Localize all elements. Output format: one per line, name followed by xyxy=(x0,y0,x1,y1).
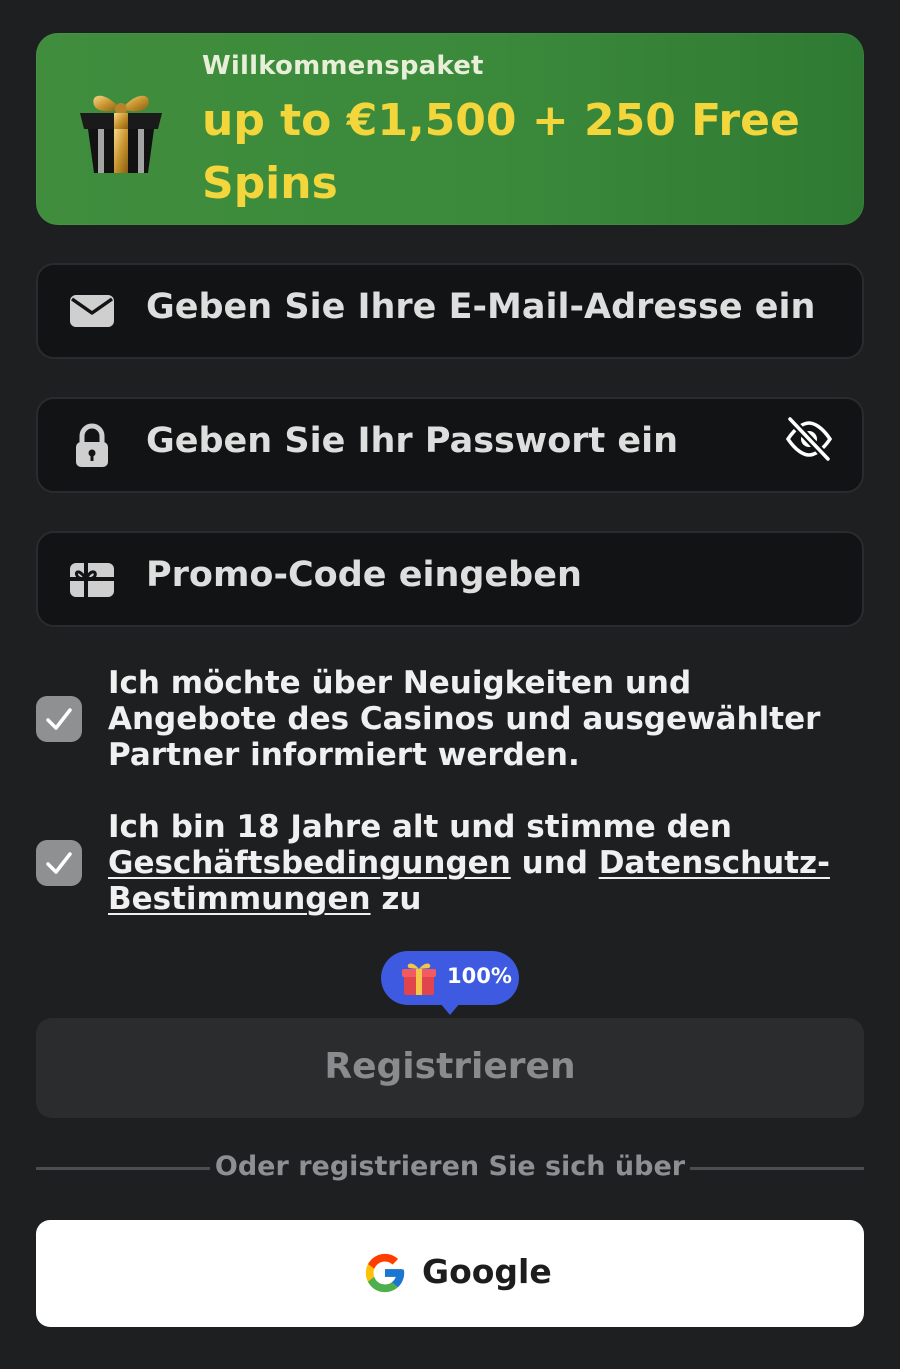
bonus-badge-label: 100% xyxy=(447,964,512,988)
google-g-icon xyxy=(365,1253,405,1293)
terms-middle: und xyxy=(521,845,588,881)
terms-checkbox[interactable] xyxy=(36,840,82,886)
register-button-label: Registrieren xyxy=(324,1046,576,1087)
register-button[interactable]: Registrieren xyxy=(36,1018,864,1118)
bonus-badge: 100% xyxy=(381,951,519,1015)
gift-card-icon xyxy=(70,563,114,597)
terms-prefix: Ich bin 18 Jahre alt und stimme den xyxy=(108,809,732,845)
email-field[interactable]: Geben Sie Ihre E-Mail-Adresse ein xyxy=(36,263,864,359)
newsletter-consent-text: Ich möchte über Neuigkeiten und Angebote… xyxy=(108,665,821,773)
lock-icon xyxy=(76,423,108,467)
password-field[interactable]: Geben Sie Ihr Passwort ein xyxy=(36,397,864,493)
checkmark-icon xyxy=(46,708,72,730)
terms-link[interactable]: Geschäftsbedingungen xyxy=(108,845,511,881)
terms-consent-text: Ich bin 18 Jahre alt und stimme den Gesc… xyxy=(108,809,848,917)
password-placeholder: Geben Sie Ihr Passwort ein xyxy=(146,421,679,461)
promo-code-field[interactable]: Promo-Code eingeben xyxy=(36,531,864,627)
checkmark-icon xyxy=(46,852,72,874)
envelope-icon xyxy=(70,295,114,327)
email-placeholder: Geben Sie Ihre E-Mail-Adresse ein xyxy=(146,287,816,327)
banner-kicker: Willkommenspaket xyxy=(202,51,484,81)
google-signup-button[interactable]: Google xyxy=(36,1220,864,1327)
promo-code-placeholder: Promo-Code eingeben xyxy=(146,555,582,595)
gift-box-icon xyxy=(80,95,162,173)
divider-line-right xyxy=(690,1167,864,1170)
gift-icon xyxy=(402,963,436,995)
google-button-label: Google xyxy=(422,1252,552,1291)
eye-off-icon[interactable] xyxy=(784,415,834,463)
welcome-banner: Willkommenspaket up to €1,500 + 250 Free… xyxy=(36,33,864,225)
banner-offer: up to €1,500 + 250 Free Spins xyxy=(202,95,800,209)
newsletter-checkbox[interactable] xyxy=(36,696,82,742)
terms-suffix: zu xyxy=(381,881,422,917)
registration-form: Willkommenspaket up to €1,500 + 250 Free… xyxy=(36,33,864,1327)
